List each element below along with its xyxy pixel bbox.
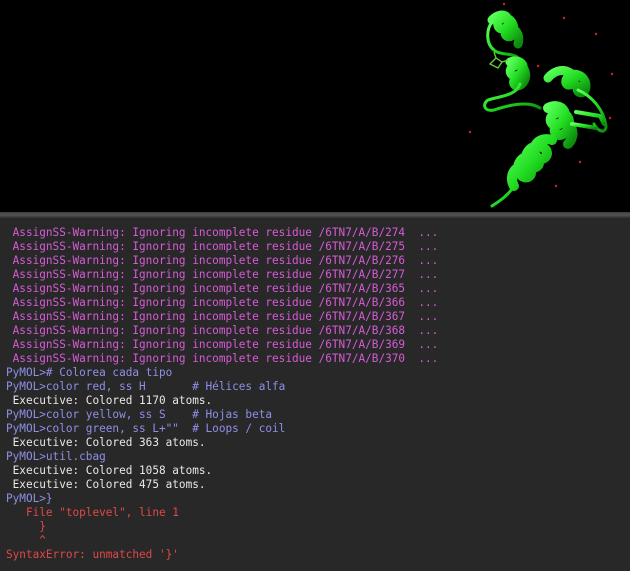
console-output[interactable]: AssignSS-Warning: Ignoring incomplete re… (0, 218, 630, 571)
helix-lower (506, 134, 557, 191)
console-line-warn: AssignSS-Warning: Ignoring incomplete re… (6, 268, 439, 281)
console-line-cmd: PyMOL>} (6, 492, 53, 505)
console-line-out: Executive: Colored 475 atoms. (6, 478, 206, 491)
console-line-warn: AssignSS-Warning: Ignoring incomplete re… (6, 296, 439, 309)
console-line-err: } (6, 520, 46, 533)
console-line-warn: AssignSS-Warning: Ignoring incomplete re… (6, 282, 439, 295)
console-line-err: File "toplevel", line 1 (6, 506, 179, 519)
console-line-warn: AssignSS-Warning: Ignoring incomplete re… (6, 310, 439, 323)
molecular-viewport[interactable] (0, 0, 630, 212)
console-line-warn: AssignSS-Warning: Ignoring incomplete re… (6, 240, 439, 253)
console-line-err: SyntaxError: unmatched '}' (6, 548, 179, 561)
console-line-warn: AssignSS-Warning: Ignoring incomplete re… (6, 226, 439, 239)
console-line-out: Executive: Colored 1170 atoms. (6, 394, 213, 407)
console-line-warn: AssignSS-Warning: Ignoring incomplete re… (6, 254, 439, 267)
console-line-cmd: PyMOL># Colorea cada tipo (6, 366, 173, 379)
helix-middle (505, 56, 531, 91)
protein-structure-render (468, 2, 614, 208)
console-line-warn: AssignSS-Warning: Ignoring incomplete re… (6, 338, 439, 351)
console-line-warn: AssignSS-Warning: Ignoring incomplete re… (6, 352, 439, 365)
console-line-out: Executive: Colored 363 atoms. (6, 436, 206, 449)
console-line-out: Executive: Colored 1058 atoms. (6, 464, 213, 477)
console-line-cmd: PyMOL>util.cbag (6, 450, 106, 463)
strand-a (574, 110, 606, 126)
console-line-cmd: PyMOL>color green, ss L+"" # Loops / coi… (6, 422, 286, 435)
helix-top (487, 10, 524, 49)
console-line-err: ^ (6, 534, 46, 547)
protein-cartoon (483, 10, 608, 208)
console-line-warn: AssignSS-Warning: Ignoring incomplete re… (6, 324, 439, 337)
console-line-cmd: PyMOL>color red, ss H # Hélices alfa (6, 380, 286, 393)
console-line-cmd: PyMOL>color yellow, ss S # Hojas beta (6, 408, 273, 421)
console-log: AssignSS-Warning: Ignoring incomplete re… (6, 226, 438, 562)
loop-bottom (490, 184, 516, 208)
